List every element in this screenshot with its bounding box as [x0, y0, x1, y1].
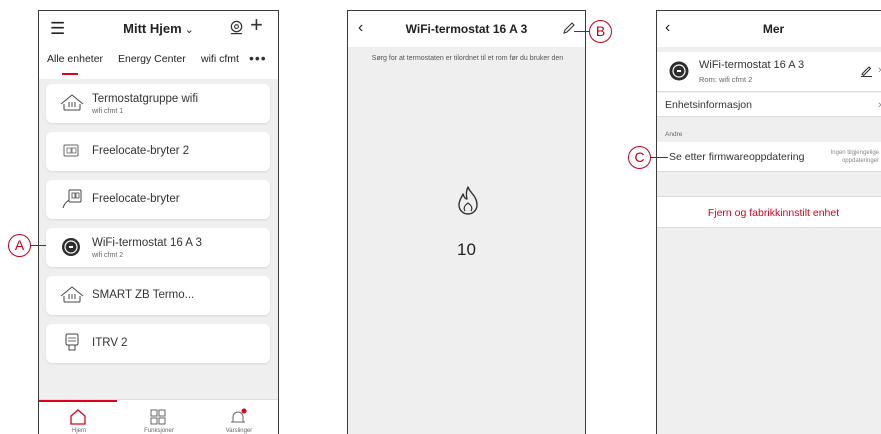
callout-b: B [589, 20, 612, 43]
device-card-freelocate[interactable]: Freelocate-bryter [46, 180, 270, 219]
page-title: Mer [762, 22, 785, 36]
heater-icon [60, 94, 84, 111]
remove-reset-button[interactable]: Fjern og fabrikkinnstilt enhet [657, 196, 881, 228]
nav-functions[interactable]: Funksjoner [119, 400, 199, 434]
device-row[interactable]: WiFi-termostat 16 A 3 Rom: wifi cfmt 2 › [657, 52, 881, 92]
device-card-termostatgruppe[interactable]: Termostatgruppe wifi wifi cfmt 1 [46, 84, 270, 123]
plus-icon[interactable]: + [250, 14, 263, 36]
tab-all-devices[interactable]: Alle enheter [47, 53, 103, 65]
page-title: WiFi-termostat 16 A 3 [405, 22, 528, 36]
thermostat-header: ‹ WiFi-termostat 16 A 3 [348, 11, 585, 47]
callout-line-b [574, 31, 590, 32]
nav-label: Hjem [71, 428, 86, 434]
switch-icon [63, 144, 79, 157]
chevron-down-icon: ⌄ [184, 24, 194, 36]
callout-c: C [628, 146, 651, 169]
nav-home[interactable]: Hjem [39, 400, 119, 434]
room-tabs: Alle enheter Energy Center wifi cfmt [39, 53, 278, 79]
heater-icon [60, 286, 84, 303]
grid-icon [150, 409, 166, 425]
device-name: Freelocate-bryter [92, 193, 180, 205]
home-header: ☰ Mitt Hjem ⌄ + Alle enheter Energy Cente… [39, 11, 278, 79]
assign-room-message: Sørg for at termostaten er tilordnet til… [371, 55, 564, 62]
firmware-update-row[interactable]: Se etter firmwareoppdatering Ingen tilgj… [657, 142, 881, 172]
device-room: wifi cfmt 2 [92, 252, 124, 259]
tab-energy-center[interactable]: Energy Center [118, 53, 186, 65]
flame-icon [458, 186, 478, 215]
more-screen: ‹ Mer WiFi-termostat 16 A 3 Rom: wifi cf… [656, 10, 881, 434]
firmware-update-label: Se etter firmwareoppdatering [669, 151, 805, 163]
more-header: ‹ Mer [657, 11, 881, 47]
device-card-wifi-termostat[interactable]: WiFi-termostat 16 A 3 wifi cfmt 2 [46, 228, 270, 267]
device-name: WiFi-termostat 16 A 3 [92, 237, 202, 249]
pencil-icon[interactable] [562, 21, 576, 35]
nav-notifications[interactable]: Varslinger [199, 400, 278, 434]
home-title: Mitt Hjem [123, 21, 182, 36]
tab-wifi-cfmt[interactable]: wifi cfmt [201, 53, 239, 65]
bottom-navigation: Hjem Funksjoner Varslinger [39, 399, 278, 434]
section-label: Andre [665, 131, 683, 138]
device-room: wifi cfmt 1 [92, 108, 124, 115]
active-tab-indicator [62, 73, 78, 75]
device-name: Termostatgruppe wifi [92, 93, 199, 105]
home-icon [70, 409, 86, 425]
device-name: SMART ZB Termo... [92, 289, 195, 301]
bell-icon [231, 408, 247, 423]
ellipsis-icon[interactable]: ••• [249, 51, 267, 65]
device-room: Rom: wifi cfmt 2 [699, 75, 753, 84]
device-card-itrv[interactable]: ITRV 2 [46, 324, 270, 363]
scan-icon[interactable] [229, 20, 244, 35]
callout-line-a [30, 245, 46, 246]
device-name: ITRV 2 [92, 337, 128, 349]
device-name: WiFi-termostat 16 A 3 [699, 59, 805, 71]
home-screen: ☰ Mitt Hjem ⌄ + Alle enheter Energy Cente… [38, 10, 279, 434]
switch-icon [62, 189, 82, 209]
device-card-freelocate-2[interactable]: Freelocate-bryter 2 [46, 132, 270, 171]
pencil-icon[interactable] [860, 64, 873, 77]
device-card-smart-zb[interactable]: SMART ZB Termo... [46, 276, 270, 315]
nav-label: Funksjoner [144, 428, 174, 434]
temperature-value: 10 [457, 240, 476, 259]
device-info-row[interactable]: Enhetsinformasjon › [657, 93, 881, 117]
callout-line-c [650, 157, 668, 158]
device-name: Freelocate-bryter 2 [92, 145, 190, 157]
callout-a: A [8, 234, 31, 257]
nav-label: Varslinger [225, 428, 253, 434]
valve-icon [65, 333, 79, 351]
firmware-status: Ingen tilgjengelige oppdateringer [830, 150, 879, 164]
remove-reset-label: Fjern og fabrikkinnstilt enhet [707, 207, 840, 219]
thermostat-screen: ‹ WiFi-termostat 16 A 3 Sørg for at term… [347, 10, 586, 434]
thermostat-icon [669, 61, 689, 81]
device-info-label: Enhetsinformasjon [665, 99, 752, 111]
thermostat-icon [62, 238, 80, 256]
